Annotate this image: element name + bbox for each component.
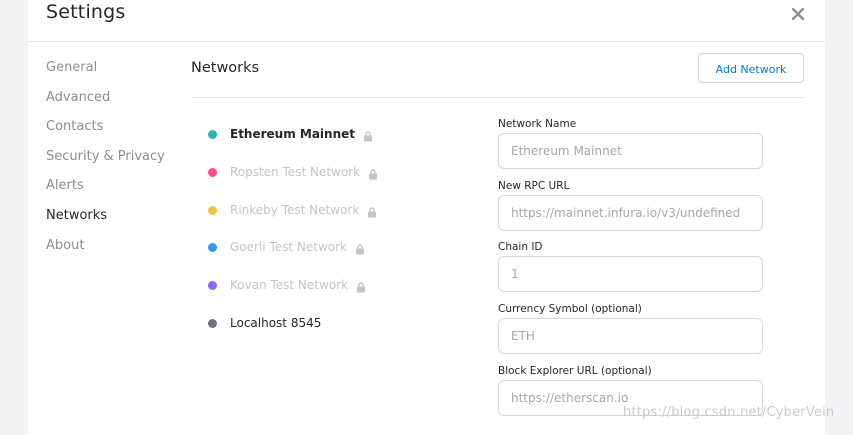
sidebar-item-general[interactable]: General — [46, 58, 165, 88]
network-form: Network Name Ethereum Mainnet New RPC UR… — [498, 116, 763, 424]
networks-title: Networks — [191, 60, 260, 76]
sidebar-item-advanced[interactable]: Advanced — [46, 88, 165, 118]
lock-icon — [368, 165, 378, 184]
chain-id-input[interactable]: 1 — [498, 256, 763, 293]
sidebar-item-label: General — [46, 60, 98, 75]
lock-icon — [367, 203, 377, 222]
network-item-ethereum-mainnet[interactable]: Ethereum Mainnet — [208, 124, 378, 162]
lock-icon — [356, 278, 366, 297]
sidebar-item-label: Networks — [46, 207, 108, 223]
page-title: Settings — [46, 1, 126, 23]
sidebar-item-networks[interactable]: Networks — [46, 206, 165, 236]
sidebar-item-label: Advanced — [46, 89, 111, 105]
network-color-dot — [208, 243, 217, 253]
sidebar-item-contacts[interactable]: Contacts — [46, 117, 165, 147]
sidebar-item-about[interactable]: About — [46, 236, 165, 266]
close-icon[interactable] — [788, 4, 808, 24]
rpc-url-label: New RPC URL — [498, 179, 570, 192]
lock-icon — [363, 127, 373, 146]
network-name: Ethereum Mainnet — [230, 127, 356, 141]
network-color-dot — [208, 205, 217, 215]
lock-icon — [355, 240, 365, 259]
currency-symbol-label: Currency Symbol (optional) — [498, 303, 642, 316]
network-item-ropsten[interactable]: Ropsten Test Network — [208, 162, 378, 200]
network-name-input[interactable]: Ethereum Mainnet — [498, 133, 763, 169]
watermark-text: https://blog.csdn.net/CyberVein — [623, 405, 835, 420]
settings-header: Settings — [28, 0, 825, 42]
chain-id-label: Chain ID — [498, 241, 543, 254]
network-color-dot — [208, 281, 217, 291]
sidebar-item-alerts[interactable]: Alerts — [46, 176, 165, 206]
network-name: Ropsten Test Network — [230, 164, 361, 179]
sidebar-item-label: Alerts — [46, 178, 84, 194]
settings-sidebar: General Advanced Contacts Security & Pri… — [46, 58, 165, 265]
currency-symbol-input[interactable]: ETH — [498, 318, 763, 355]
network-item-kovan[interactable]: Kovan Test Network — [208, 275, 378, 313]
network-name: Kovan Test Network — [230, 278, 349, 293]
network-list: Ethereum Mainnet Ropsten Test Network Ri… — [208, 124, 378, 351]
network-item-localhost[interactable]: Localhost 8545 — [208, 313, 378, 351]
settings-panel: Settings General Advanced Contacts Secur… — [28, 0, 825, 435]
block-explorer-label: Block Explorer URL (optional) — [498, 364, 652, 377]
network-color-dot — [208, 318, 217, 328]
add-network-button[interactable]: Add Network — [698, 53, 804, 83]
network-name-label: Network Name — [498, 118, 577, 130]
sidebar-item-label: Contacts — [46, 119, 104, 135]
sidebar-item-label: Security & Privacy — [46, 148, 165, 164]
sidebar-item-label: About — [46, 237, 85, 253]
network-color-dot — [208, 167, 217, 177]
network-item-goerli[interactable]: Goerli Test Network — [208, 237, 378, 275]
network-color-dot — [208, 130, 217, 139]
network-item-rinkeby[interactable]: Rinkeby Test Network — [208, 200, 378, 238]
network-name: Goerli Test Network — [230, 240, 347, 255]
content-divider — [191, 97, 805, 98]
sidebar-item-security-privacy[interactable]: Security & Privacy — [46, 147, 165, 177]
rpc-url-input[interactable]: https://mainnet.infura.io/v3/undefined — [498, 194, 763, 231]
network-name: Localhost 8545 — [230, 315, 322, 330]
network-name: Rinkeby Test Network — [230, 202, 360, 217]
